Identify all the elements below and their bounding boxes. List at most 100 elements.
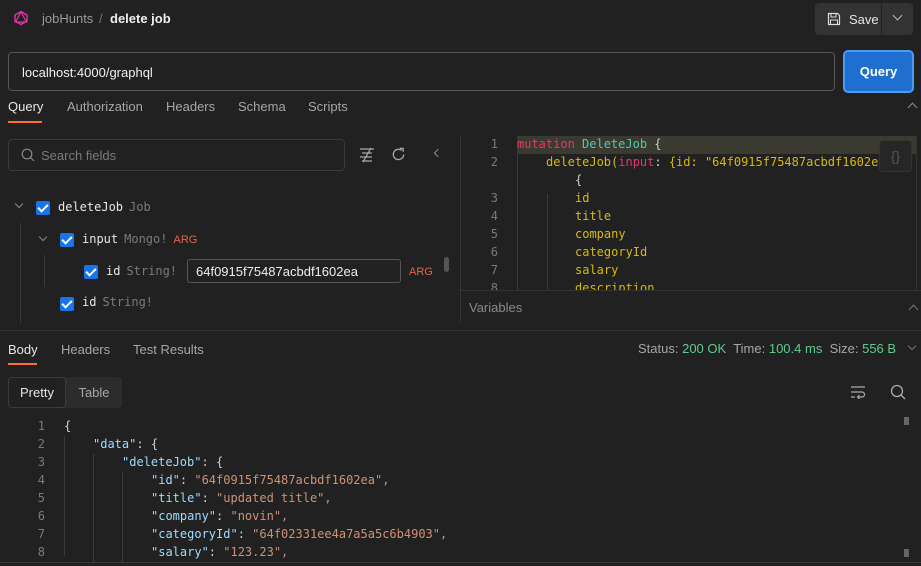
json-line: "categoryId": "64f02331ee4a7a5a5c6b4903"… bbox=[151, 527, 448, 541]
editor-scrollbar[interactable] bbox=[916, 135, 917, 290]
breadcrumb-workspace[interactable]: jobHunts bbox=[42, 11, 93, 26]
tab-authorization[interactable]: Authorization bbox=[67, 99, 143, 114]
response-body[interactable]: 1 2 3 4 5 6 7 8 { "data": { "deleteJob": { "id": "6… bbox=[0, 417, 921, 562]
indent-guide bbox=[122, 472, 123, 562]
checkbox-input[interactable] bbox=[60, 233, 74, 247]
code-field: id bbox=[575, 191, 590, 205]
code-field: company bbox=[575, 227, 626, 241]
checkbox-id[interactable] bbox=[60, 297, 74, 311]
filter-icon[interactable] bbox=[359, 147, 375, 163]
tree-item-id[interactable]: id String! bbox=[82, 295, 153, 309]
line-number: 8 bbox=[37, 545, 45, 559]
line-number: 3 bbox=[37, 455, 45, 469]
code-field: categoryId bbox=[575, 245, 648, 259]
chevron-down-icon bbox=[892, 10, 903, 21]
code-field: salary bbox=[575, 263, 619, 277]
url-input[interactable]: localhost:4000/graphql bbox=[8, 52, 835, 91]
search-icon bbox=[21, 148, 35, 162]
graphql-icon bbox=[13, 10, 29, 26]
chevron-down-icon[interactable] bbox=[14, 199, 24, 209]
save-options-button[interactable] bbox=[882, 3, 913, 35]
response-tab-body[interactable]: Body bbox=[8, 342, 38, 357]
line-number: 4 bbox=[37, 473, 45, 487]
bottom-border bbox=[0, 562, 921, 563]
code-field: title bbox=[575, 209, 612, 223]
query-editor[interactable]: 1 2 3 4 5 6 7 8 mutation DeleteJob { deleteJob(… bbox=[461, 135, 921, 290]
tree-item-input-id[interactable]: id String! bbox=[106, 264, 177, 278]
line-number: 6 bbox=[490, 245, 498, 259]
tree-item-deletejob[interactable]: deleteJob Job bbox=[58, 200, 151, 214]
line-number: 3 bbox=[490, 191, 498, 205]
line-number: 2 bbox=[490, 155, 498, 169]
active-tab-indicator bbox=[8, 363, 37, 365]
collapse-icon[interactable] bbox=[907, 102, 918, 113]
id-argument-input[interactable]: 64f0915f75487acbdf1602ea bbox=[187, 259, 401, 283]
explorer-scrollbar[interactable] bbox=[444, 257, 449, 272]
code-line-2-wrap: { bbox=[575, 173, 583, 187]
save-icon bbox=[827, 12, 841, 26]
code-line-1: mutation DeleteJob { bbox=[517, 137, 662, 151]
expand-icon[interactable] bbox=[908, 304, 919, 315]
json-line: "company": "novin", bbox=[151, 509, 289, 523]
json-line: "deleteJob": { bbox=[122, 455, 224, 469]
search-placeholder: Search fields bbox=[41, 148, 117, 163]
response-scrollbar[interactable] bbox=[904, 549, 909, 557]
response-time: 100.4 ms bbox=[768, 341, 823, 356]
chevron-down-icon[interactable] bbox=[907, 341, 917, 351]
line-number: 5 bbox=[37, 491, 45, 505]
tab-schema[interactable]: Schema bbox=[238, 99, 286, 114]
code-line-2: deleteJob(input: {id: "64f0915f75487acbd… bbox=[546, 155, 907, 169]
view-mode-toggle: Pretty Table bbox=[8, 377, 122, 408]
wrap-lines-icon[interactable] bbox=[850, 385, 866, 399]
indent-guide bbox=[93, 454, 94, 562]
response-scrollbar[interactable] bbox=[904, 417, 909, 425]
view-pretty-button[interactable]: Pretty bbox=[8, 377, 66, 408]
tree-guide bbox=[20, 223, 21, 323]
tree-item-input[interactable]: input Mongo! ARG bbox=[82, 232, 197, 246]
checkbox-input-id[interactable] bbox=[84, 265, 98, 279]
status-code: 200 OK bbox=[682, 341, 727, 356]
line-number: 7 bbox=[37, 527, 45, 541]
prettify-button[interactable]: {} bbox=[879, 140, 912, 172]
code-field: description bbox=[575, 281, 655, 290]
indent-guide bbox=[517, 154, 518, 290]
request-name[interactable]: delete job bbox=[110, 11, 171, 26]
query-button[interactable]: Query bbox=[843, 50, 914, 93]
line-number: 1 bbox=[37, 419, 45, 433]
refresh-icon[interactable] bbox=[391, 147, 406, 162]
active-tab-indicator bbox=[8, 121, 42, 123]
variables-bar[interactable]: Variables bbox=[461, 290, 921, 323]
response-tab-test-results[interactable]: Test Results bbox=[133, 342, 204, 357]
request-response-divider[interactable] bbox=[0, 330, 921, 331]
json-line: "title": "updated title", bbox=[151, 491, 332, 505]
arg-badge: ARG bbox=[409, 266, 433, 278]
line-number: 5 bbox=[490, 227, 498, 241]
response-tab-headers[interactable]: Headers bbox=[61, 342, 110, 357]
chevron-down-icon[interactable] bbox=[38, 232, 48, 242]
search-icon[interactable] bbox=[890, 384, 906, 400]
indent-guide bbox=[64, 436, 65, 556]
json-line: { bbox=[64, 419, 72, 433]
tree-guide bbox=[44, 255, 45, 287]
response-meta: Status: 200 OK Time: 100.4 ms Size: 556 … bbox=[638, 341, 897, 356]
line-number: 6 bbox=[37, 509, 45, 523]
save-button[interactable]: Save bbox=[815, 3, 881, 35]
indent-guide bbox=[547, 194, 548, 290]
collapse-explorer-icon[interactable] bbox=[433, 148, 443, 158]
breadcrumb-separator: / bbox=[99, 11, 103, 26]
json-line: "id": "64f0915f75487acbdf1602ea", bbox=[151, 473, 390, 487]
tab-headers[interactable]: Headers bbox=[166, 99, 215, 114]
line-number: 2 bbox=[37, 437, 45, 451]
json-line: "salary": "123.23", bbox=[151, 545, 289, 559]
tab-query[interactable]: Query bbox=[8, 99, 43, 114]
line-number: 8 bbox=[490, 281, 498, 290]
response-size: 556 B bbox=[862, 341, 897, 356]
json-line: "data": { bbox=[93, 437, 159, 451]
variables-label: Variables bbox=[469, 300, 523, 315]
search-fields-input[interactable]: Search fields bbox=[8, 139, 345, 171]
save-label: Save bbox=[849, 11, 879, 27]
tab-scripts[interactable]: Scripts bbox=[308, 99, 348, 114]
line-number: 1 bbox=[490, 137, 498, 151]
view-table-button[interactable]: Table bbox=[66, 377, 122, 408]
checkbox-deletejob[interactable] bbox=[36, 201, 50, 215]
